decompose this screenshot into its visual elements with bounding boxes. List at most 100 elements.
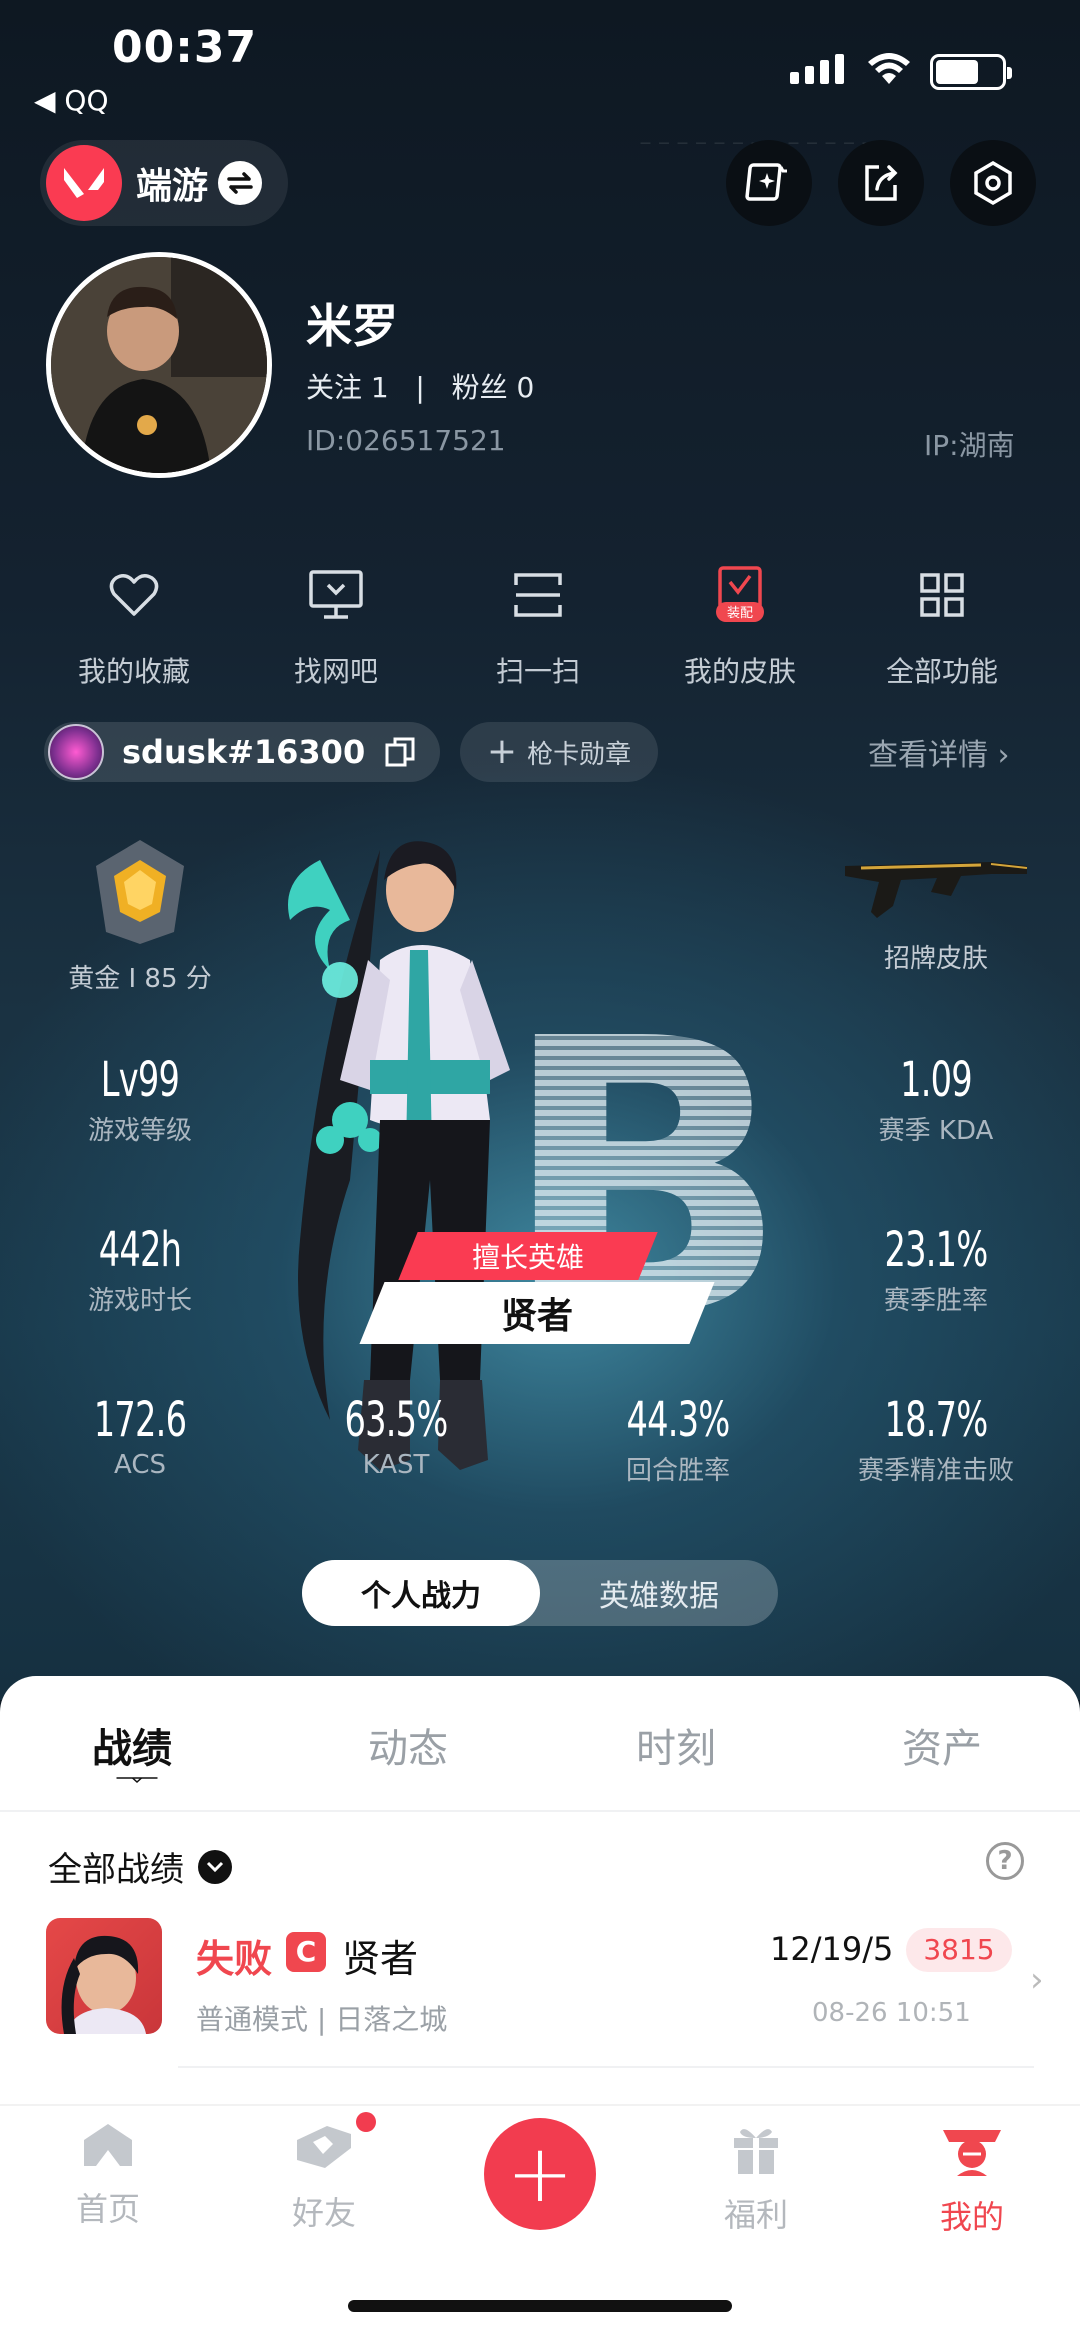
function-all[interactable]: 全部功能 xyxy=(842,560,1042,690)
nav-label: 首页 xyxy=(75,2190,140,2228)
avatar-photo xyxy=(51,257,267,473)
headshot-value: 18.7% xyxy=(884,1392,988,1448)
friends-icon xyxy=(297,2126,351,2168)
function-favorites[interactable]: 我的收藏 xyxy=(34,560,234,690)
hours-stat: 442h 游戏时长 xyxy=(30,1222,250,1317)
kda-label: 赛季 KDA xyxy=(878,1116,994,1146)
headshot-label: 赛季精准击败 xyxy=(857,1456,1014,1486)
game-label: 端游 xyxy=(136,166,209,207)
toggle-agent-data[interactable]: 英雄数据 xyxy=(540,1560,778,1626)
function-find-netcafe[interactable]: 找网吧 xyxy=(236,560,436,690)
follow-counts: 关注 1 | 粉丝 0 xyxy=(306,366,534,406)
help-icon[interactable]: ? xyxy=(986,1842,1024,1880)
copy-icon[interactable] xyxy=(383,735,417,769)
medal-label: 枪卡勋章 xyxy=(527,739,632,770)
function-scan[interactable]: 扫一扫 xyxy=(438,560,638,690)
best-agent-name: 贤者 xyxy=(500,1296,573,1337)
home-indicator xyxy=(348,2300,732,2312)
winrate-value: 23.1% xyxy=(884,1222,988,1278)
match-agent-thumbnail xyxy=(46,1918,162,2034)
friends-notification-dot xyxy=(356,2112,376,2132)
riot-id-pill[interactable]: sdusk#16300 xyxy=(44,722,440,782)
grid-icon xyxy=(920,573,964,617)
hours-label: 游戏时长 xyxy=(87,1286,192,1316)
kast-stat: 63.5% KAST xyxy=(286,1392,506,1480)
tab-assets[interactable]: 资产 xyxy=(902,1716,982,1774)
chevron-down-icon xyxy=(198,1849,232,1884)
back-to-app-link[interactable]: ◀ QQ xyxy=(34,84,109,117)
function-label: 全部功能 xyxy=(885,655,998,688)
best-agent-name-plate: 贤者 xyxy=(359,1282,715,1344)
plus-icon: + xyxy=(506,2127,574,2220)
card-button[interactable] xyxy=(726,140,812,226)
nav-label: 好友 xyxy=(291,2194,356,2232)
card-sparkle-icon xyxy=(745,163,787,201)
match-score-badge: 3815 xyxy=(906,1928,1012,1972)
separator: | xyxy=(415,371,425,404)
best-agent-tag-label: 擅长英雄 xyxy=(471,1241,584,1274)
game-switch-button[interactable]: 端游 xyxy=(40,140,288,226)
kda-value: 1.09 xyxy=(900,1052,973,1108)
nav-label: 我的 xyxy=(939,2198,1004,2236)
profile-icon xyxy=(943,2130,1001,2176)
row-divider xyxy=(178,2066,1034,2068)
signature-skin-stat[interactable]: 招牌皮肤 xyxy=(826,846,1046,975)
view-details-link[interactable]: 查看详情 › xyxy=(868,730,1010,774)
skin-label: 招牌皮肤 xyxy=(883,944,988,974)
riot-id: sdusk#16300 xyxy=(122,733,366,771)
gift-icon xyxy=(734,2129,778,2174)
level-value: Lv99 xyxy=(100,1052,180,1108)
valorant-logo-icon xyxy=(46,145,122,221)
home-icon xyxy=(84,2124,132,2166)
share-button[interactable] xyxy=(838,140,924,226)
records-filter-dropdown[interactable]: 全部战绩 xyxy=(48,1842,232,1891)
skin-badge: 装配 xyxy=(727,606,753,621)
function-label: 我的皮肤 xyxy=(683,655,796,688)
match-result: 失败 xyxy=(196,1937,273,1981)
create-post-button[interactable]: + xyxy=(484,2118,596,2230)
function-my-skins[interactable]: 装配 我的皮肤 xyxy=(640,560,840,690)
match-time: 08-26 10:51 xyxy=(812,1998,971,2028)
view-details-label: 查看详情 xyxy=(868,738,988,773)
kast-label: KAST xyxy=(362,1450,430,1480)
kda-stat: 1.09 赛季 KDA xyxy=(826,1052,1046,1147)
settings-button[interactable] xyxy=(950,140,1036,226)
nav-mine[interactable]: 我的 xyxy=(892,2120,1052,2238)
fans-count[interactable]: 粉丝 0 xyxy=(452,371,535,404)
nav-friends[interactable]: 好友 xyxy=(244,2120,404,2234)
user-name: 米罗 xyxy=(306,299,398,353)
settings-hex-icon xyxy=(974,160,1012,206)
follow-count[interactable]: 关注 1 xyxy=(306,371,389,404)
winrate-stat: 23.1% 赛季胜率 xyxy=(826,1222,1046,1317)
headshot-stat: 18.7% 赛季精准击败 xyxy=(826,1392,1046,1487)
toggle-personal-power[interactable]: 个人战力 xyxy=(302,1560,540,1626)
tab-feed[interactable]: 动态 xyxy=(368,1716,448,1774)
tab-records[interactable]: 战绩 xyxy=(92,1716,172,1774)
winrate-label: 赛季胜率 xyxy=(883,1286,988,1316)
best-agent-tag: 擅长英雄 xyxy=(398,1232,658,1280)
function-label: 扫一扫 xyxy=(495,655,580,688)
tab-moments[interactable]: 时刻 xyxy=(636,1716,716,1774)
rank-stat[interactable]: 黄金 I 85 分 xyxy=(30,836,250,995)
plus-icon: + xyxy=(486,731,518,772)
avatar[interactable] xyxy=(46,252,272,478)
wifi-icon xyxy=(868,53,910,84)
player-card-icon xyxy=(48,724,104,780)
nav-home[interactable]: 首页 xyxy=(28,2120,188,2230)
function-label: 找网吧 xyxy=(293,655,378,688)
gold-rank-icon xyxy=(96,840,184,944)
nav-welfare[interactable]: 福利 xyxy=(676,2120,836,2236)
match-agent-name: 贤者 xyxy=(342,1937,419,1981)
tabs-divider xyxy=(0,1810,1080,1812)
acs-value: 172.6 xyxy=(93,1392,187,1448)
level-stat: Lv99 游戏等级 xyxy=(30,1052,250,1147)
monitor-icon xyxy=(309,570,363,619)
acs-label: ACS xyxy=(114,1450,166,1480)
rank-label: 黄金 I 85 分 xyxy=(68,964,212,994)
chevron-right-icon[interactable]: › xyxy=(1030,1960,1044,2000)
data-view-toggle[interactable]: 个人战力 英雄数据 xyxy=(302,1560,778,1626)
level-label: 游戏等级 xyxy=(87,1116,192,1146)
cellular-signal-icon xyxy=(790,54,844,84)
gun-card-medal-button[interactable]: + 枪卡勋章 xyxy=(460,722,658,782)
acs-stat: 172.6 ACS xyxy=(30,1392,250,1480)
